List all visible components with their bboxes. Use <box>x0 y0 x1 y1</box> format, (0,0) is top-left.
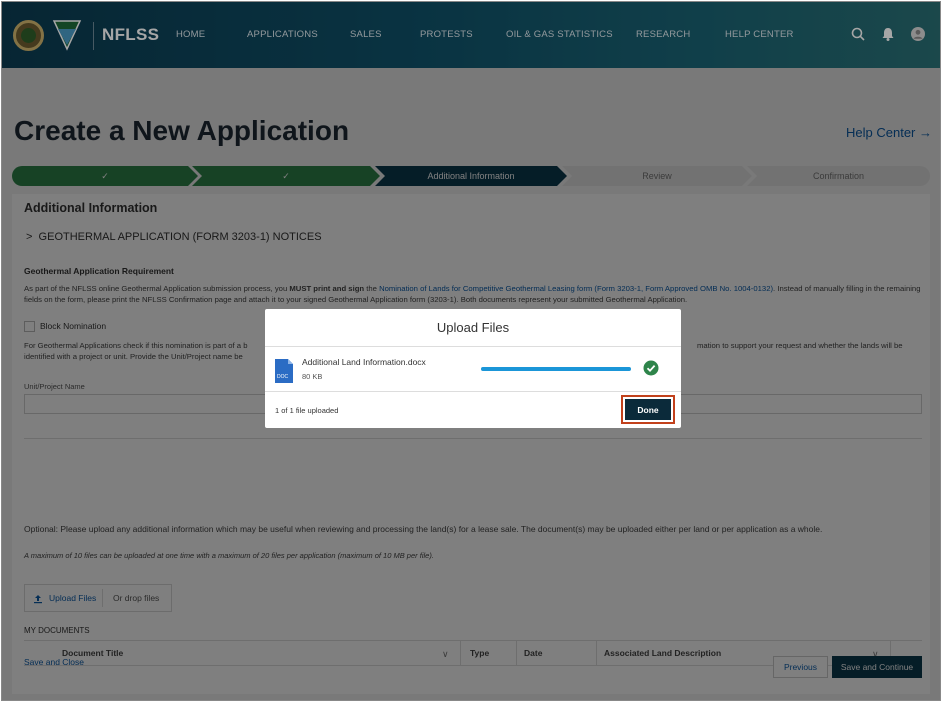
upload-progress-bar <box>481 367 631 371</box>
nav-overlay <box>2 2 940 68</box>
done-button[interactable]: Done <box>625 399 671 420</box>
file-name: Additional Land Information.docx <box>302 357 426 367</box>
app-window: NFLSS HOME APPLICATIONS SALES PROTESTS O… <box>1 1 941 701</box>
upload-progress-fill <box>481 367 631 371</box>
modal-title: Upload Files <box>265 309 681 347</box>
upload-count: 1 of 1 file uploaded <box>275 406 339 415</box>
done-button-highlight: Done <box>621 395 675 424</box>
doc-file-icon: DOC <box>275 359 293 383</box>
upload-files-modal: Upload Files DOC Additional Land Informa… <box>265 309 681 428</box>
footer-divider <box>24 700 922 701</box>
check-circle-icon <box>643 360 659 376</box>
file-size: 80 KB <box>302 372 323 381</box>
doc-file-type: DOC <box>277 374 289 380</box>
modal-divider <box>265 391 681 392</box>
